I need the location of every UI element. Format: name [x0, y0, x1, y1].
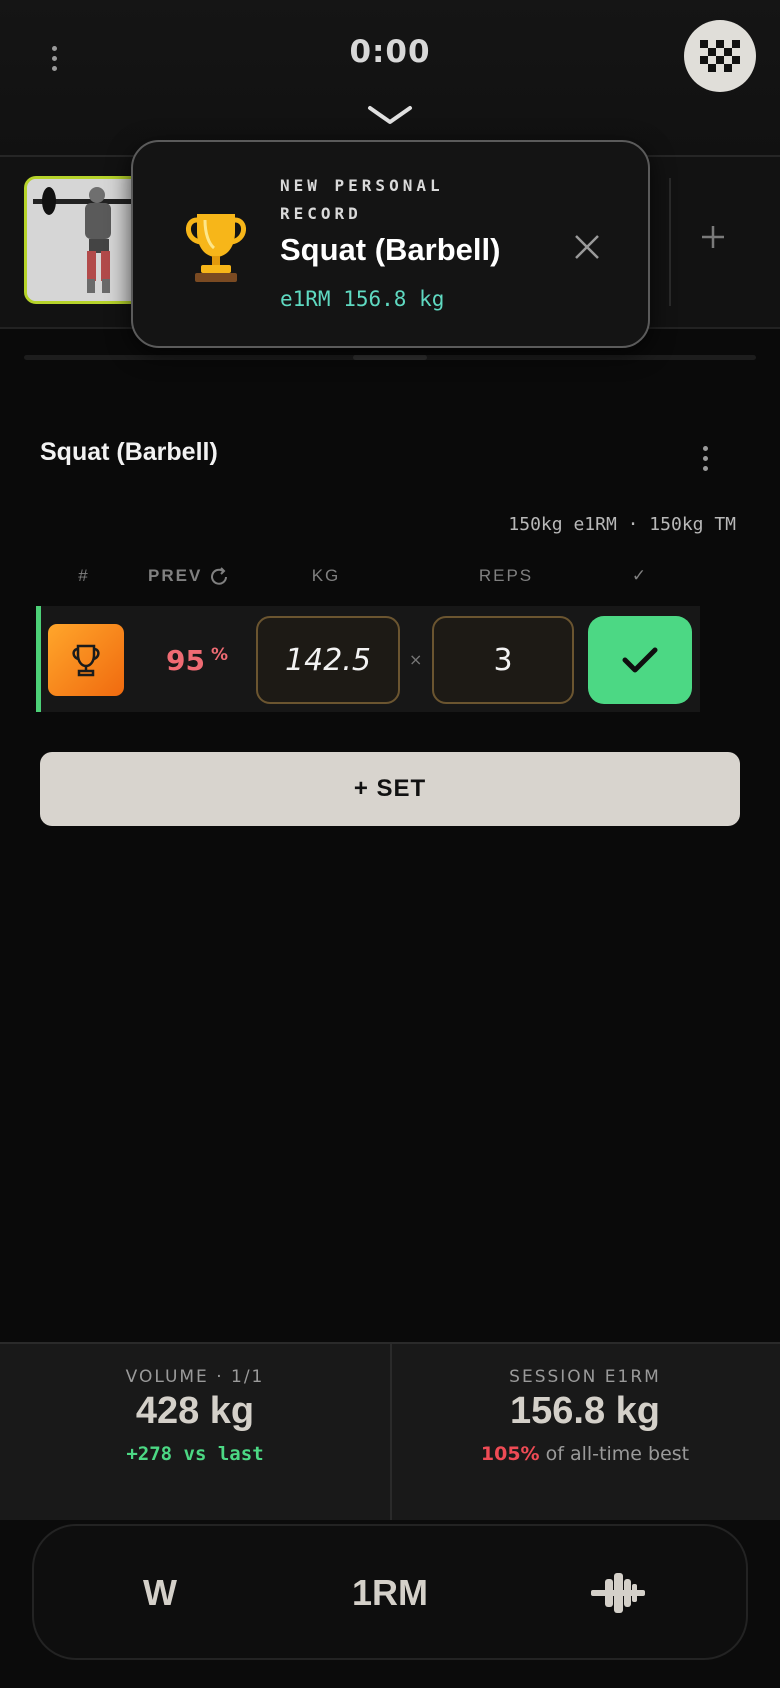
complete-set-button[interactable]: [588, 616, 692, 704]
trophy-icon: [186, 214, 246, 282]
column-header-reps: REPS: [478, 566, 534, 585]
checkmark-icon: [622, 647, 658, 673]
close-icon[interactable]: [572, 232, 602, 262]
personal-record-toast: NEW PERSONAL RECORD Squat (Barbell) e1RM…: [131, 140, 650, 348]
prev-label: PREV: [148, 566, 203, 585]
toast-title: Squat (Barbell): [280, 232, 501, 267]
add-set-button[interactable]: + SET: [40, 752, 740, 826]
volume-label: VOLUME · 1/1: [125, 1367, 265, 1387]
e1rm-percent: 105%: [480, 1443, 540, 1465]
finish-workout-button[interactable]: [684, 20, 756, 92]
strip-divider: [669, 178, 671, 306]
workout-timer: 0:00: [349, 34, 431, 70]
column-header-set: #: [78, 566, 90, 585]
column-header-done: ✓: [631, 566, 649, 585]
reps-input[interactable]: 3: [432, 616, 574, 704]
previous-percent-value: 95: [166, 644, 205, 677]
toast-kicker: NEW PERSONAL RECORD: [280, 176, 444, 223]
set-pr-badge[interactable]: [48, 624, 124, 696]
collapse-chevron-icon[interactable]: [366, 104, 414, 126]
trophy-outline-icon: [72, 644, 100, 677]
plate-calculator-button[interactable]: [588, 1568, 648, 1618]
add-exercise-icon[interactable]: [698, 222, 728, 252]
times-sign: ×: [409, 650, 423, 669]
training-max-line: 150kg e1RM · 150kg TM: [508, 514, 736, 535]
toast-e1rm: e1RM 156.8 kg: [280, 287, 445, 311]
previous-percent-unit: %: [210, 645, 229, 665]
barbell-plates-icon: [591, 1573, 645, 1613]
e1rm-value: 156.8 kg: [510, 1390, 660, 1432]
e1rm-comparison: 105% of all-time best: [390, 1443, 780, 1465]
exercise-title[interactable]: Squat (Barbell): [40, 438, 218, 467]
exercise-menu-icon[interactable]: [703, 446, 708, 471]
top-bar: [0, 0, 780, 157]
column-header-kg: KG: [311, 566, 341, 585]
previous-percent[interactable]: 95%: [166, 644, 228, 677]
checkered-flag-icon: [700, 40, 740, 72]
e1rm-label: SESSION E1RM: [509, 1367, 661, 1387]
volume-value: 428 kg: [135, 1390, 255, 1432]
warmup-button[interactable]: W: [120, 1568, 200, 1618]
volume-delta: +278 vs last: [126, 1443, 264, 1465]
one-rm-button[interactable]: 1RM: [340, 1568, 440, 1618]
refresh-icon[interactable]: [208, 566, 230, 588]
strip-scrollbar-thumb[interactable]: [353, 355, 427, 360]
weight-input[interactable]: 142.5: [256, 616, 400, 704]
e1rm-percent-text: of all-time best: [539, 1443, 690, 1465]
